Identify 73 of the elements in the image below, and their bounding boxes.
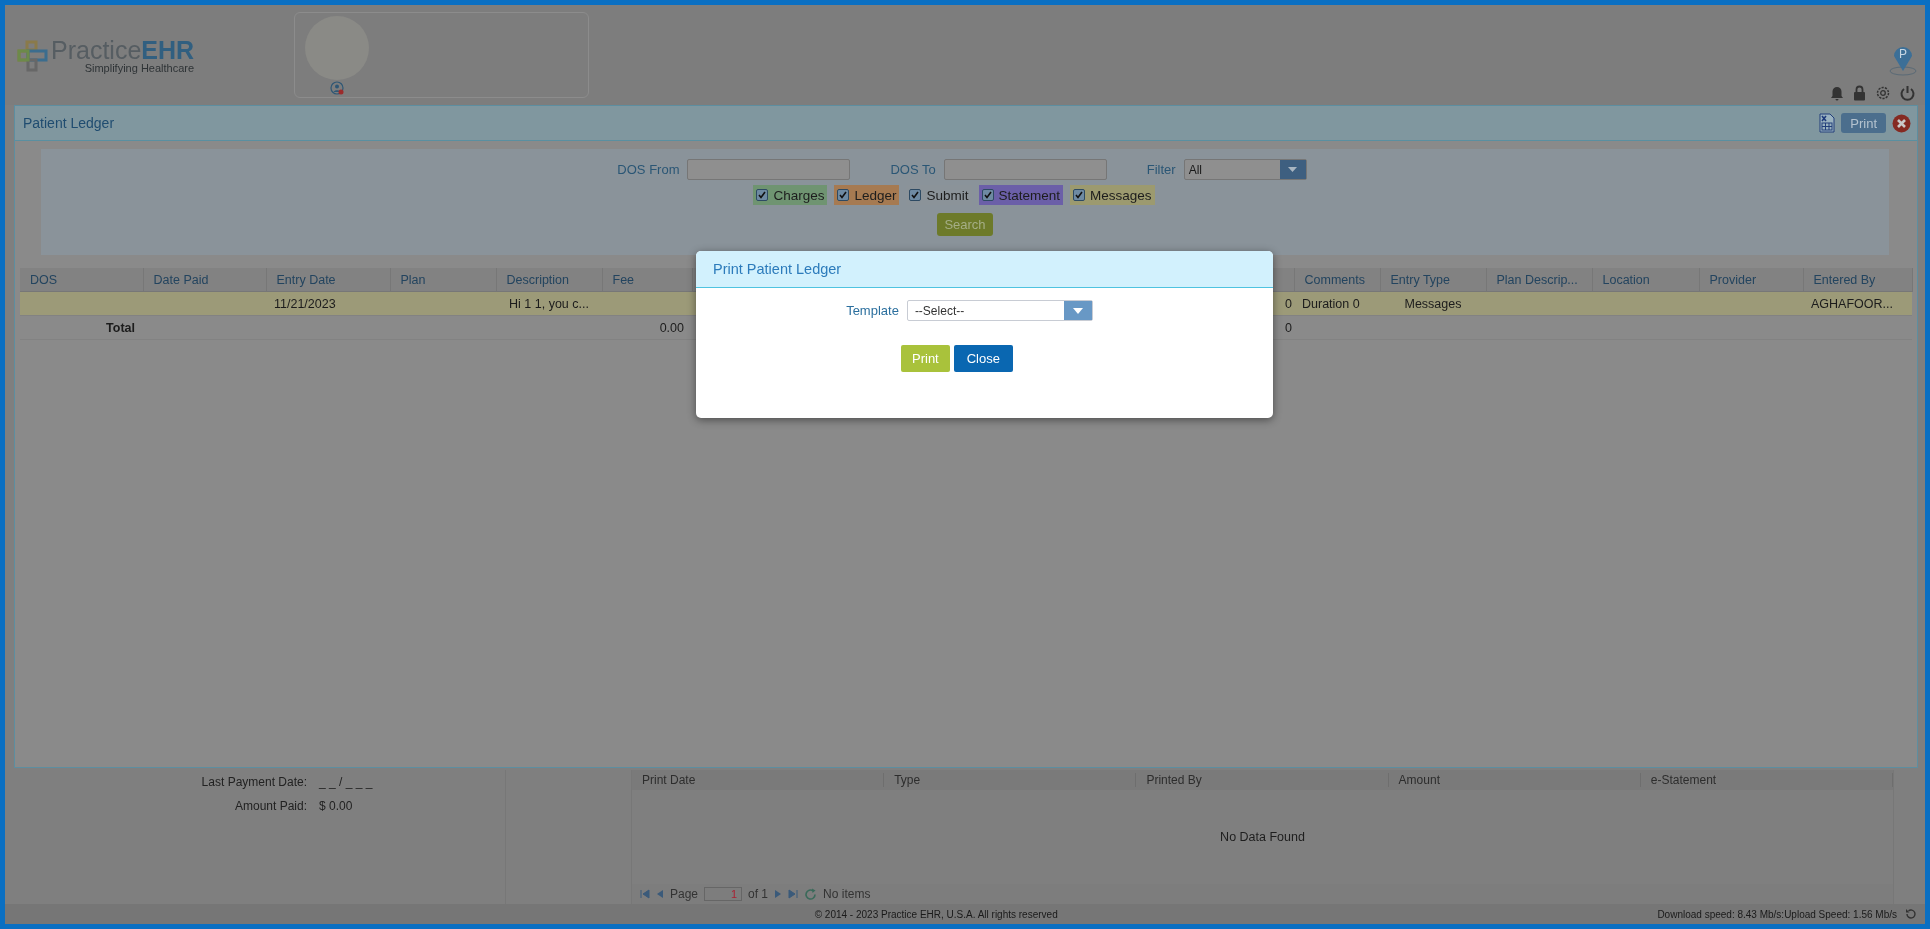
field-label: DOS From <box>617 162 680 177</box>
refresh-icon[interactable] <box>1905 908 1917 920</box>
table-cell: Messages <box>1404 296 1462 311</box>
table-cell: Hi 1 1, you c... <box>509 296 589 311</box>
column-header[interactable]: Print Date <box>632 773 885 787</box>
checkbox[interactable] <box>981 189 994 201</box>
column-header[interactable]: e-Statement <box>1640 773 1893 787</box>
column-header[interactable]: Amount <box>1388 773 1641 787</box>
check-icon <box>911 191 920 199</box>
copyright-text: © 2014 - 2023 Practice EHR, U.S.A. All rights reserved <box>813 908 1059 920</box>
settings-icon[interactable] <box>1875 85 1891 101</box>
empty-message: No Data Found <box>1219 829 1306 846</box>
table-cell: 11/21/2023 <box>274 296 336 311</box>
column-header[interactable]: Fee <box>612 272 635 287</box>
category-label[interactable]: Charges <box>773 187 825 203</box>
summary-value: $ 0.00 <box>319 799 354 813</box>
field-label: Filter <box>1146 162 1176 177</box>
date-field[interactable] <box>943 159 1107 180</box>
pager-status: No items <box>823 887 871 901</box>
pager-label: Page <box>670 887 699 901</box>
caret-icon <box>1288 167 1298 172</box>
pager-label: of 1 <box>748 887 769 901</box>
close-button[interactable]: Close <box>953 345 1013 372</box>
logo-cross-icon <box>17 39 49 72</box>
next-page-icon[interactable] <box>774 889 783 899</box>
field-label: Template <box>846 303 899 318</box>
last-page-icon[interactable] <box>788 889 799 899</box>
summary-label: Amount Paid: <box>233 799 307 813</box>
search-button[interactable]: Search <box>937 213 993 236</box>
summary-value: _ _ / _ _ _ <box>319 775 374 789</box>
close-icon[interactable] <box>1892 113 1911 133</box>
bell-icon[interactable] <box>1830 85 1844 101</box>
column-header[interactable]: Plan <box>400 272 426 287</box>
previous-page-icon[interactable] <box>656 889 664 899</box>
spreadsheet-icon[interactable] <box>1819 113 1836 133</box>
category-label[interactable]: Statement <box>998 187 1061 203</box>
check-icon <box>1075 191 1084 199</box>
window-title: Patient Ledger <box>23 115 116 131</box>
dialog-title: Print Patient Ledger <box>713 261 842 277</box>
checkbox[interactable] <box>1073 189 1086 201</box>
checkbox[interactable] <box>756 189 769 201</box>
first-page-icon[interactable] <box>640 889 650 899</box>
category-label[interactable]: Submit <box>926 187 969 203</box>
print-button[interactable]: Print <box>901 345 950 372</box>
template-dropdown[interactable]: --Select-- <box>906 300 1093 321</box>
check-icon <box>983 191 992 199</box>
filter-dropdown[interactable]: All <box>1183 159 1307 180</box>
checkbox[interactable] <box>909 189 922 201</box>
total-cell: 0.00 <box>659 320 684 335</box>
checkbox[interactable] <box>837 189 850 201</box>
column-header[interactable]: Printed By <box>1136 773 1389 787</box>
check-icon <box>839 191 848 199</box>
table-cell: AGHAFOOR... <box>1811 296 1893 311</box>
column-header[interactable]: DOS <box>30 272 58 287</box>
table-cell: 0 <box>1285 296 1292 311</box>
logo-tagline: Simplifying Healthcare <box>84 62 195 74</box>
speed-text: Download speed: 8.43 Mb/s:Upload Speed: 1.56 Mb/s <box>1657 908 1897 920</box>
user-status-icon <box>330 81 345 95</box>
total-cell: Total <box>106 320 135 335</box>
total-cell: 0 <box>1285 320 1292 335</box>
category-label[interactable]: Ledger <box>854 187 897 203</box>
lock-icon[interactable] <box>1853 85 1866 101</box>
field-label: DOS To <box>890 162 936 177</box>
date-field[interactable] <box>687 159 851 180</box>
print-button[interactable]: Print <box>1841 113 1886 133</box>
power-icon[interactable] <box>1900 85 1915 101</box>
column-header[interactable]: Type <box>884 773 1137 787</box>
check-icon <box>758 191 767 199</box>
table-cell: Duration 0 <box>1302 296 1360 311</box>
page-input[interactable]: 1 <box>704 887 743 901</box>
category-label[interactable]: Messages <box>1090 187 1152 203</box>
summary-label: Last Payment Date: <box>200 775 307 789</box>
caret-icon <box>1072 307 1083 314</box>
